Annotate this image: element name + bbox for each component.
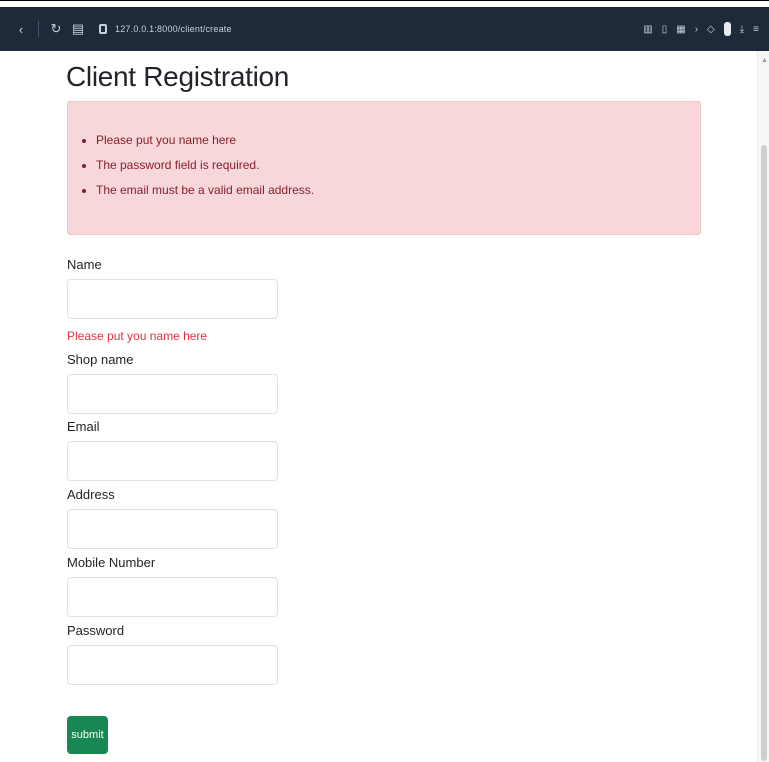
- address-label: Address: [67, 487, 115, 502]
- name-input[interactable]: [67, 279, 278, 319]
- alert-item: The email must be a valid email address.: [96, 178, 700, 203]
- window-top-edge: [0, 0, 769, 7]
- name-error: Please put you name here: [67, 329, 208, 343]
- reader-icon[interactable]: ▥: [643, 24, 652, 35]
- toolbar-separator: [38, 21, 39, 37]
- mobile-number-label: Mobile Number: [67, 555, 156, 570]
- tabs-icon[interactable]: ▤: [71, 20, 85, 38]
- submit-button[interactable]: submit: [67, 716, 108, 754]
- profile-icon[interactable]: [723, 22, 731, 36]
- shop-name-label: Shop name: [67, 352, 134, 367]
- alert-list: Please put you name here The password fi…: [68, 128, 700, 203]
- name-label: Name: [67, 257, 102, 272]
- page-title: Client Registration: [66, 61, 290, 92]
- scrollbar-thumb[interactable]: [761, 145, 767, 761]
- back-arrow-icon[interactable]: ‹: [14, 20, 28, 38]
- reload-icon[interactable]: ↻: [49, 20, 63, 38]
- shield-icon[interactable]: ◇: [707, 24, 715, 35]
- password-input[interactable]: [67, 645, 278, 685]
- toolbar-right: ▥ ▯ ▦ › ◇ ⤓ ≡: [634, 22, 769, 36]
- browser-toolbar: ‹ ↻ ▤ 127.0.0.1:8000/client/create ▥ ▯ ▦…: [0, 7, 769, 51]
- lock-icon: [99, 24, 107, 34]
- alert-item: Please put you name here: [96, 128, 700, 153]
- address-bar[interactable]: 127.0.0.1:8000/client/create: [99, 24, 232, 34]
- alert-item: The password field is required.: [96, 153, 700, 178]
- menu-icon[interactable]: ≡: [753, 24, 759, 35]
- forward-icon[interactable]: ›: [695, 24, 698, 35]
- address-input[interactable]: [67, 509, 278, 549]
- mobile-number-input[interactable]: [67, 577, 278, 617]
- bookmark-icon[interactable]: ▯: [662, 24, 668, 35]
- page-content: Client Registration Please put you name …: [0, 51, 757, 762]
- collections-icon[interactable]: ▦: [676, 24, 685, 35]
- url-text[interactable]: 127.0.0.1:8000/client/create: [115, 24, 232, 34]
- email-label: Email: [67, 419, 100, 434]
- vertical-scrollbar[interactable]: ▲: [757, 51, 769, 762]
- shop-name-input[interactable]: [67, 374, 278, 414]
- toolbar-left: ‹ ↻ ▤ 127.0.0.1:8000/client/create: [0, 20, 232, 38]
- password-label: Password: [67, 623, 125, 638]
- download-icon[interactable]: ⤓: [740, 24, 744, 35]
- scroll-up-icon[interactable]: ▲: [761, 57, 768, 64]
- email-input[interactable]: [67, 441, 278, 481]
- error-alert: Please put you name here The password fi…: [67, 101, 701, 235]
